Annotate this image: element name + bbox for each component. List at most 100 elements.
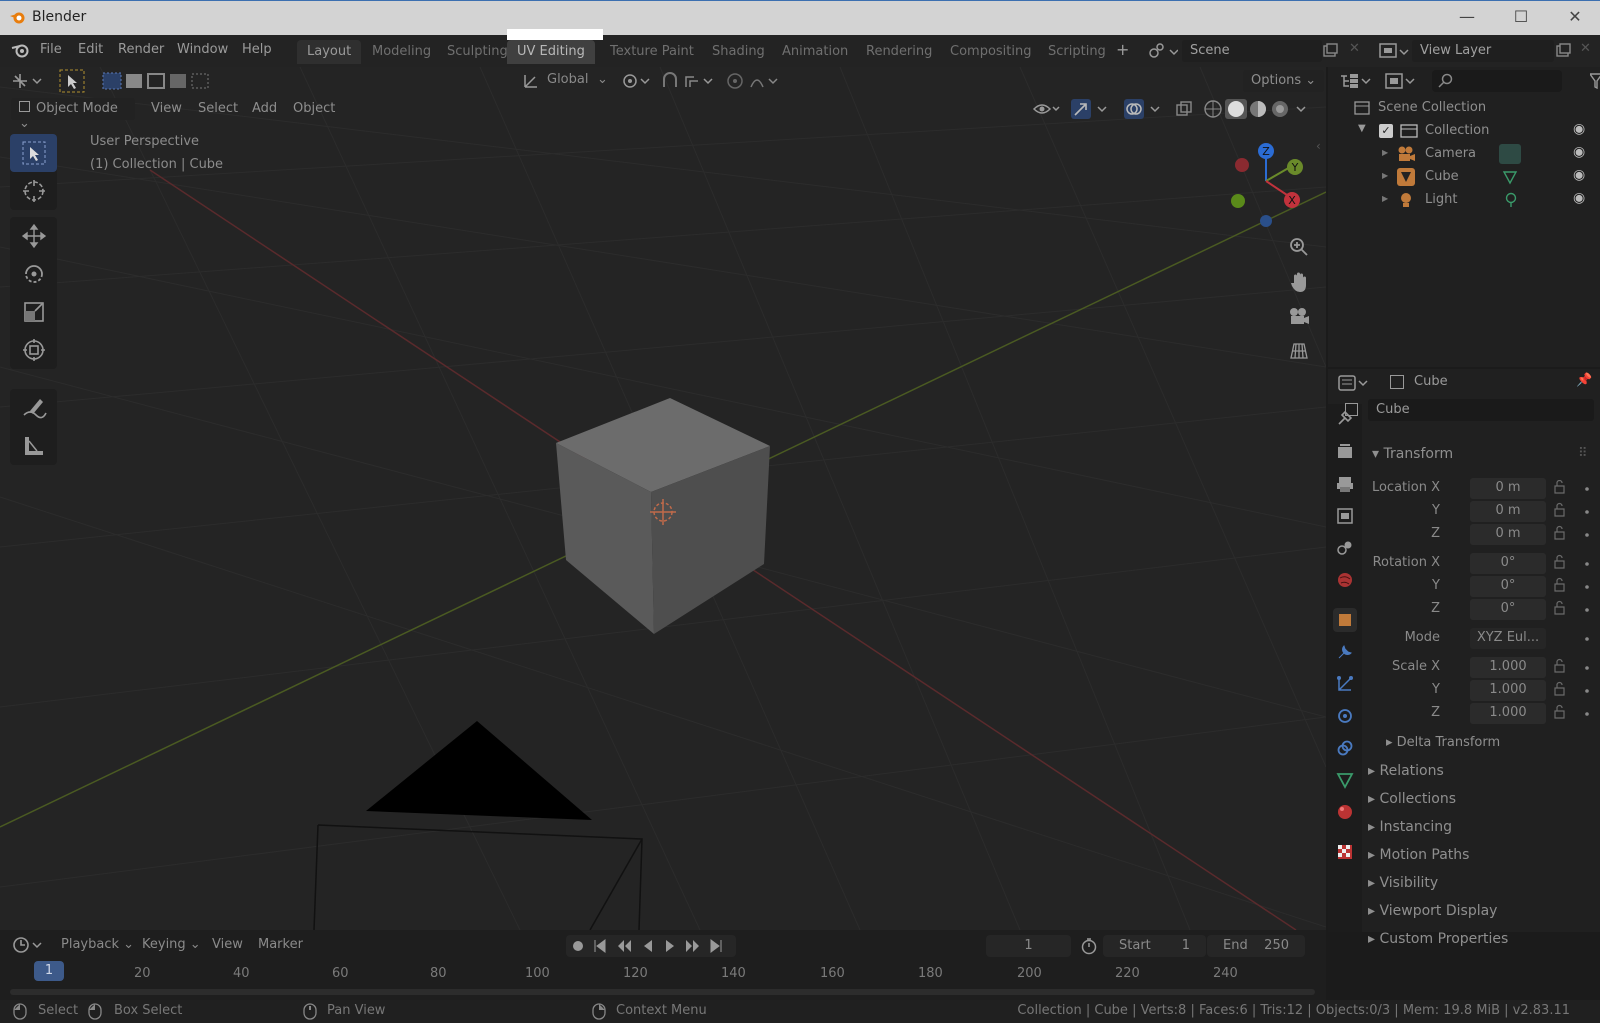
location-y-field[interactable]: 0 m	[1470, 501, 1546, 522]
rotation-mode-dropdown[interactable]: XYZ Eul...	[1470, 628, 1546, 649]
menu-add[interactable]: Add	[252, 101, 277, 116]
new-scene-icon[interactable]	[1322, 43, 1338, 58]
tab-shading[interactable]: Shading	[702, 40, 775, 64]
menu-select[interactable]: Select	[198, 101, 238, 116]
sidebar-toggle-icon[interactable]: ‹	[1316, 139, 1321, 153]
select-box-tool[interactable]	[10, 134, 57, 172]
view-layer-icon[interactable]	[1378, 42, 1410, 60]
expand-arrow-icon[interactable]: ▶	[1382, 171, 1388, 180]
section-viewport-display[interactable]: ▸ Viewport Display	[1368, 903, 1497, 919]
new-view-layer-icon[interactable]	[1555, 43, 1571, 58]
tab-animation[interactable]: Animation	[772, 40, 858, 64]
snap-icon[interactable]	[660, 71, 720, 91]
visibility-icon[interactable]	[1032, 99, 1062, 119]
section-instancing[interactable]: ▸ Instancing	[1368, 819, 1452, 835]
stopwatch-icon[interactable]	[1080, 937, 1098, 955]
close-button[interactable]: ✕	[1563, 7, 1587, 29]
light-data-icon[interactable]	[1504, 192, 1518, 208]
constraints-tab-icon[interactable]	[1333, 736, 1357, 760]
scene-icon[interactable]	[1148, 42, 1178, 60]
rotation-y-field[interactable]: 0°	[1470, 576, 1546, 597]
camera-view-icon[interactable]	[1284, 301, 1314, 331]
xray-toggle-icon[interactable]	[1175, 100, 1193, 118]
render-tab-icon[interactable]	[1333, 440, 1357, 464]
expand-arrow-icon[interactable]: ▼	[1358, 123, 1366, 134]
pan-hand-icon[interactable]	[1284, 267, 1314, 297]
navigation-gizmo[interactable]: Z Y X	[1228, 137, 1308, 227]
maximize-button[interactable]: ☐	[1509, 7, 1533, 29]
mode-dropdown[interactable]: Object Mode ⌄	[11, 98, 135, 131]
ortho-toggle-icon[interactable]	[1284, 335, 1314, 365]
eye-icon[interactable]: ◉	[1573, 190, 1585, 206]
menu-keying[interactable]: Keying ⌄	[142, 937, 201, 952]
menu-view[interactable]: View	[151, 101, 182, 116]
mesh-data-icon[interactable]	[1502, 169, 1518, 185]
eye-icon[interactable]: ◉	[1573, 121, 1585, 137]
3d-viewport[interactable]: Global ⌄ Options ⌄ Object Mode ⌄ View Se…	[0, 67, 1326, 930]
zoom-icon[interactable]	[1284, 232, 1314, 262]
pivot-point-icon[interactable]	[621, 71, 651, 91]
menu-window[interactable]: Window	[177, 42, 228, 57]
delta-transform-header[interactable]: ▸ Delta Transform	[1386, 735, 1500, 750]
section-visibility[interactable]: ▸ Visibility	[1368, 875, 1438, 891]
data-tab-icon[interactable]	[1333, 768, 1357, 792]
measure-tool[interactable]	[10, 427, 57, 465]
remove-scene-icon[interactable]: ✕	[1349, 41, 1360, 56]
tab-scripting[interactable]: Scripting	[1038, 40, 1116, 64]
add-workspace-icon[interactable]: +	[1116, 40, 1129, 59]
display-mode-icon[interactable]	[1384, 72, 1418, 90]
timeline-scrollbar[interactable]	[10, 989, 1315, 995]
gizmo-neg-y[interactable]	[1231, 194, 1245, 208]
outliner-row-camera[interactable]: ▶ Camera ◉	[1328, 143, 1600, 165]
outliner-row-scene-collection[interactable]: Scene Collection	[1328, 97, 1600, 119]
menu-timeline-view[interactable]: View	[212, 937, 243, 952]
gizmo-toggle-icon[interactable]	[1070, 98, 1114, 120]
location-z-field[interactable]: 0 m	[1470, 524, 1546, 545]
menu-edit[interactable]: Edit	[78, 42, 103, 57]
remove-view-layer-icon[interactable]: ✕	[1580, 41, 1591, 56]
menu-render[interactable]: Render	[118, 42, 164, 57]
material-tab-icon[interactable]	[1333, 800, 1357, 824]
proportional-editing-icon[interactable]	[725, 71, 785, 91]
tab-uv-editing[interactable]: UV Editing	[507, 29, 603, 64]
gizmo-neg-z[interactable]	[1260, 215, 1272, 227]
menu-file[interactable]: File	[40, 42, 62, 57]
eye-icon[interactable]: ◉	[1573, 144, 1585, 160]
move-tool[interactable]	[10, 217, 57, 255]
menu-help[interactable]: Help	[242, 42, 272, 57]
record-icon[interactable]	[573, 941, 583, 951]
texture-tab-icon[interactable]	[1333, 840, 1357, 864]
selection-mode-icons[interactable]	[101, 71, 213, 91]
start-frame-field[interactable]: Start 1	[1103, 935, 1206, 957]
tab-rendering[interactable]: Rendering	[856, 40, 942, 64]
cursor-tool[interactable]	[10, 172, 57, 210]
editor-type-icon[interactable]	[11, 72, 45, 90]
minimize-button[interactable]: —	[1455, 7, 1479, 29]
shading-mode-icons[interactable]	[1202, 98, 1320, 120]
eye-icon[interactable]: ◉	[1573, 167, 1585, 183]
scale-x-field[interactable]: 1.000	[1470, 657, 1546, 678]
chevron-down-icon[interactable]: ⌄	[597, 72, 608, 87]
blender-menu-icon[interactable]	[11, 42, 29, 58]
drag-handle-icon[interactable]: ⠿	[1578, 446, 1588, 461]
expand-arrow-icon[interactable]: ▶	[1382, 148, 1388, 157]
outliner-row-collection[interactable]: ▼ ✓ Collection ◉	[1328, 120, 1600, 142]
menu-playback[interactable]: Playback ⌄	[61, 937, 134, 952]
tab-texture-paint[interactable]: Texture Paint	[600, 40, 704, 64]
rotate-tool[interactable]	[10, 255, 57, 293]
annotate-tool[interactable]	[10, 389, 57, 427]
scale-tool[interactable]	[10, 293, 57, 331]
filter-icon[interactable]	[1590, 73, 1600, 89]
section-collections[interactable]: ▸ Collections	[1368, 791, 1456, 807]
tab-modeling[interactable]: Modeling	[362, 40, 441, 64]
menu-object[interactable]: Object	[293, 101, 335, 116]
outliner-search-input[interactable]	[1432, 70, 1562, 92]
rotation-z-field[interactable]: 0°	[1470, 599, 1546, 620]
options-dropdown[interactable]: Options ⌄	[1243, 70, 1325, 92]
playhead-frame-badge[interactable]: 1	[34, 961, 64, 981]
select-tool-icon[interactable]	[59, 69, 85, 93]
scale-y-field[interactable]: 1.000	[1470, 680, 1546, 701]
collection-checkbox[interactable]: ✓	[1379, 124, 1393, 138]
playback-controls[interactable]	[566, 935, 736, 957]
section-motion-paths[interactable]: ▸ Motion Paths	[1368, 847, 1469, 863]
